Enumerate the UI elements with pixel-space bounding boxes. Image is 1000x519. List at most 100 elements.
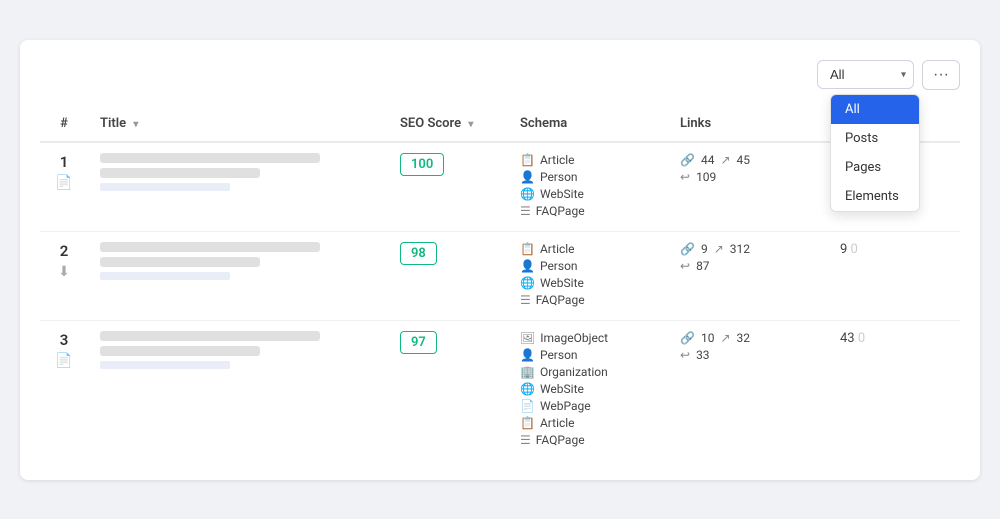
header-controls: All Posts Pages Elements ▾ All Posts Pag… xyxy=(817,60,960,90)
traffic-value: 43 0 xyxy=(840,331,865,346)
links-external-count: 32 xyxy=(737,331,751,345)
row-traffic-cell: 9 0 xyxy=(828,231,960,320)
links-backlinks-row: ↩ 33 xyxy=(680,348,816,362)
schema-type-icon: 📋 xyxy=(520,153,535,167)
row-title-cell xyxy=(88,142,388,232)
links-internal-count: 10 xyxy=(701,331,715,345)
col-header-num: # xyxy=(40,106,88,142)
row-links-cell: 🔗 10 ↗ 32 ↩ 33 xyxy=(668,320,828,460)
links-backlinks-count: 109 xyxy=(696,170,716,184)
seo-score-badge: 98 xyxy=(400,242,437,265)
link-icon: 🔗 xyxy=(680,331,695,345)
schema-type-label: WebSite xyxy=(540,276,584,290)
external-link-icon: ↗ xyxy=(720,153,730,167)
title-text-line2 xyxy=(100,168,260,178)
title-text-line2 xyxy=(100,257,260,267)
schema-type-icon: 🏢 xyxy=(520,365,535,379)
col-header-title[interactable]: Title ▾ xyxy=(88,106,388,142)
dropdown-item-posts[interactable]: Posts xyxy=(831,124,919,153)
backlink-icon: ↩ xyxy=(680,170,690,184)
sort-icon-seo: ▾ xyxy=(468,119,473,130)
schema-type-label: WebSite xyxy=(540,187,584,201)
schema-type-icon: ☰ xyxy=(520,293,531,307)
schema-item: 📋Article xyxy=(520,416,656,430)
traffic-zero: 0 xyxy=(858,331,865,346)
schema-item: 📋Article xyxy=(520,153,656,167)
links-backlinks-count: 87 xyxy=(696,259,710,273)
schema-item: 🖼ImageObject xyxy=(520,331,656,345)
backlink-icon: ↩ xyxy=(680,348,690,362)
col-header-links: Links xyxy=(668,106,828,142)
title-text-line1 xyxy=(100,153,320,163)
schema-type-icon: 🌐 xyxy=(520,187,535,201)
schema-type-icon: 👤 xyxy=(520,348,535,362)
schema-type-label: Organization xyxy=(540,365,608,379)
links-backlinks-row: ↩ 87 xyxy=(680,259,816,273)
schema-type-icon: 🌐 xyxy=(520,382,535,396)
links-internal-row: 🔗 10 ↗ 32 xyxy=(680,331,816,345)
schema-item: 👤 Person xyxy=(520,348,656,362)
row-number-cell: 1📄 xyxy=(40,142,88,232)
links-internal-count: 44 xyxy=(701,153,715,167)
schema-type-icon: 📋 xyxy=(520,242,535,256)
title-url[interactable] xyxy=(100,272,230,280)
row-schema-cell: 🖼ImageObject 👤 Person 🏢 Organization 🌐 WebSite… xyxy=(508,320,668,460)
sort-icon-title: ▾ xyxy=(133,119,138,130)
table-row: 1📄 100📋Article👤Person🌐WebSite☰FAQPage 🔗 … xyxy=(40,142,960,232)
row-schema-cell: 📋Article 👤 Person 🌐 WebSite ☰FAQPage xyxy=(508,142,668,232)
schema-type-label: WebPage xyxy=(540,399,591,413)
traffic-zero: 0 xyxy=(851,242,858,257)
external-link-icon: ↗ xyxy=(714,242,724,256)
links-external-count: 312 xyxy=(730,242,750,256)
row-links-cell: 🔗 9 ↗ 312 ↩ 87 xyxy=(668,231,828,320)
schema-type-label: FAQPage xyxy=(536,204,585,218)
schema-type-label: Article xyxy=(540,416,575,430)
schema-item: 📄 WebPage xyxy=(520,399,656,413)
row-type-icon: 📄 xyxy=(52,175,76,191)
row-links-cell: 🔗 44 ↗ 45 ↩ 109 xyxy=(668,142,828,232)
links-backlinks-count: 33 xyxy=(696,348,710,362)
row-schema-cell: 📋 Article 👤Person 🌐 WebSite ☰FAQPage xyxy=(508,231,668,320)
title-text-line1 xyxy=(100,331,320,341)
content-card: All Posts Pages Elements ▾ All Posts Pag… xyxy=(20,40,980,480)
row-traffic-cell: 43 0 xyxy=(828,320,960,460)
schema-type-label: FAQPage xyxy=(536,433,585,447)
schema-item: ☰FAQPage xyxy=(520,204,656,218)
links-backlinks-row: ↩ 109 xyxy=(680,170,816,184)
schema-item: 👤 Person xyxy=(520,170,656,184)
schema-type-label: WebSite xyxy=(540,382,584,396)
schema-type-label: ImageObject xyxy=(540,331,608,345)
schema-type-icon: 📄 xyxy=(520,399,535,413)
row-number-cell: 2⬇ xyxy=(40,231,88,320)
row-seo-cell: 98 xyxy=(388,231,508,320)
more-options-button[interactable]: ··· xyxy=(922,60,960,90)
schema-type-label: Person xyxy=(540,348,578,362)
dropdown-item-elements[interactable]: Elements xyxy=(831,182,919,211)
table-row: 3📄 97🖼ImageObject👤Person🏢Organization🌐We… xyxy=(40,320,960,460)
row-title-cell xyxy=(88,320,388,460)
links-internal-count: 9 xyxy=(701,242,708,256)
dropdown-item-all[interactable]: All xyxy=(831,95,919,124)
filter-select-wrapper: All Posts Pages Elements ▾ xyxy=(817,60,914,89)
schema-type-label: Person xyxy=(540,170,578,184)
schema-item: ☰FAQPage xyxy=(520,293,656,307)
schema-item: 👤Person xyxy=(520,259,656,273)
card-header: All Posts Pages Elements ▾ All Posts Pag… xyxy=(40,60,960,90)
title-url[interactable] xyxy=(100,361,230,369)
schema-type-label: Article xyxy=(540,242,575,256)
links-external-count: 45 xyxy=(737,153,751,167)
row-number-cell: 3📄 xyxy=(40,320,88,460)
link-icon: 🔗 xyxy=(680,242,695,256)
schema-type-icon: 🌐 xyxy=(520,276,535,290)
content-table: # Title ▾ SEO Score ▾ Schema Links Traff… xyxy=(40,106,960,460)
row-title-cell xyxy=(88,231,388,320)
filter-select[interactable]: All Posts Pages Elements xyxy=(817,60,914,89)
schema-type-icon: 👤 xyxy=(520,170,535,184)
traffic-value: 9 0 xyxy=(840,242,858,257)
table-row: 2⬇ 98 📋 Article 👤Person 🌐 WebSite ☰FAQPage 🔗 9… xyxy=(40,231,960,320)
row-type-icon: ⬇ xyxy=(52,264,76,280)
title-url[interactable] xyxy=(100,183,230,191)
external-link-icon: ↗ xyxy=(720,331,730,345)
col-header-seo[interactable]: SEO Score ▾ xyxy=(388,106,508,142)
dropdown-item-pages[interactable]: Pages xyxy=(831,153,919,182)
